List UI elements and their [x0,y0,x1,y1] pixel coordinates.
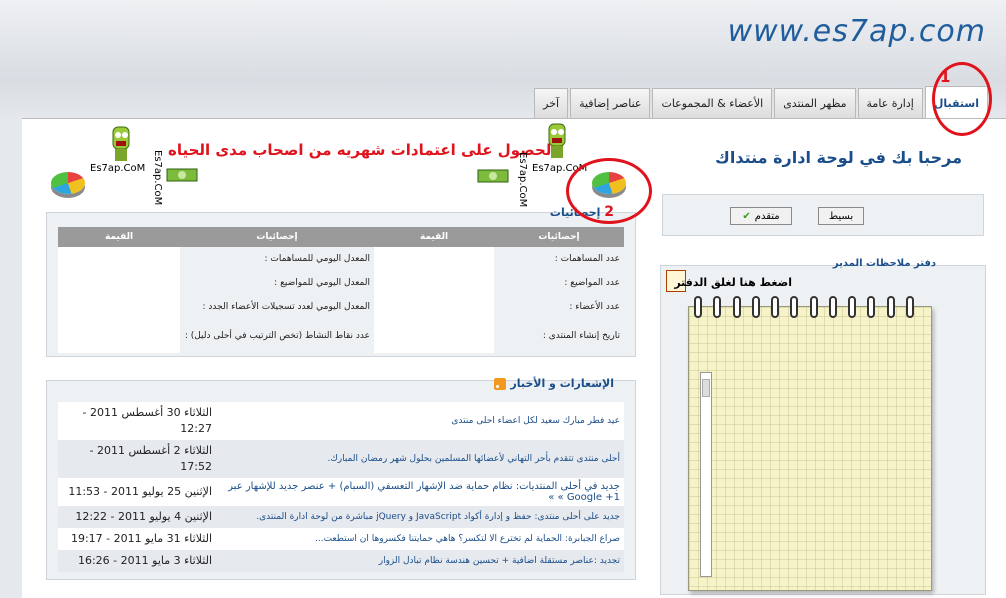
news-row: الثلاثاء 3 مايو 2011 - 16:26 تجديد :عناص… [58,550,624,572]
stats-label: عدد المساهمات : [494,247,624,271]
ring-icon [732,296,741,318]
ring-icon [867,296,876,318]
ring-icon [886,296,895,318]
stats-header: القيمة [58,227,180,247]
stats-value [58,295,180,319]
stats-label: عدد الأعضاء : [494,295,624,319]
table-row: عدد الأعضاء : المعدل اليومي لعدد تسجيلات… [58,295,624,319]
money-icon [166,168,198,182]
news-date: الثلاثاء 2 أغسطس 2011 - 17:52 [58,440,216,478]
stats-label: تاريخ إنشاء المنتدى : [494,319,624,353]
tab-label: مظهر المنتدى [783,97,847,110]
tab-general-admin[interactable]: إدارة عامة [857,88,923,118]
news-date: الإثنين 25 يوليو 2011 - 11:53 [58,478,216,506]
annotation-circle-home-tab [932,62,992,136]
advanced-label: متقدم [754,210,780,222]
brand-text-vertical: Es7ap.CoM [517,152,528,208]
notepad-scrollbar[interactable] [700,372,712,577]
news-row: الثلاثاء 30 أغسطس 2011 - 12:27 عيد فطر م… [58,402,624,440]
tab-extra-modules[interactable]: عناصر إضافية [570,88,651,118]
brand-text-vertical: Es7ap.CoM [152,150,163,206]
mascot-icon [548,123,566,158]
site-url: www.es7ap.com [727,14,986,49]
news-row: الثلاثاء 31 مايو 2011 - 19:17 صراع الجبا… [58,528,624,550]
page-title: مرحبا بك في لوحة ادارة منتداك [715,148,962,167]
check-icon: ✔ [742,210,751,222]
news-row: الإثنين 4 يوليو 2011 - 12:22 جديد على أح… [58,506,624,528]
stats-header: إحصائيات [494,227,624,247]
tab-forum-appearance[interactable]: مظهر المنتدى [774,88,856,118]
news-date: الثلاثاء 3 مايو 2011 - 16:26 [58,550,216,572]
news-link[interactable]: تجديد :عناصر مستقلة اضافية + تحسين هندسة… [216,550,624,572]
promo-text: الحصول على اعتمادات شهريه من اصحاب مدى ا… [168,141,557,159]
news-link[interactable]: جديد على أحلى منتدى: حفظ و إدارة أكواد J… [216,506,624,528]
close-notes-link[interactable]: اضغط هنا لغلق الدفتر [674,276,792,289]
tab-label: عناصر إضافية [579,97,642,110]
tab-other[interactable]: آخر [534,88,569,118]
notepad-textarea[interactable] [688,306,932,591]
admin-notes-title: دفتر ملاحظات المدير [832,258,936,269]
news-link[interactable]: صراع الجبابرة: الحماية لم تخترع الا لتكس… [216,528,624,550]
news-link[interactable]: أحلى منتدى تتقدم بأحر التهاني لأعضائها ا… [216,440,624,478]
news-date: الإثنين 4 يوليو 2011 - 12:22 [58,506,216,528]
news-title-text: الإشعارات و الأخبار [510,377,614,390]
table-row: عدد المساهمات : المعدل اليومي للمساهمات … [58,247,624,271]
stats-value [58,247,180,271]
ring-icon [848,296,857,318]
stats-label: المعدل اليومي للمواضيع : [180,271,374,295]
news-link[interactable]: جديد في أحلى المنتديات: نظام حماية ضد ال… [216,478,624,506]
tab-label: آخر [543,97,560,110]
notepad-rings [694,296,914,326]
ring-icon [771,296,780,318]
statistics-table: إحصائيات القيمة إحصائيات القيمة عدد المس… [58,227,624,353]
tab-label: إدارة عامة [866,97,914,110]
news-table: الثلاثاء 30 أغسطس 2011 - 12:27 عيد فطر م… [58,402,624,572]
ring-icon [790,296,799,318]
rss-icon[interactable] [494,377,507,390]
simple-label: بسيط [828,210,854,222]
main-tabs: استقبال إدارة عامة مظهر المنتدى الأعضاء … [532,86,988,119]
stats-value [374,271,494,295]
mascot-icon [112,126,130,161]
stats-value [374,247,494,271]
stats-value [58,319,180,353]
news-link[interactable]: عيد فطر مبارك سعيد لكل اعضاء احلى منتدى [216,402,624,440]
tab-label: الأعضاء & المجموعات [661,97,764,110]
money-icon [477,169,509,183]
news-date: الثلاثاء 30 أغسطس 2011 - 12:27 [58,402,216,440]
news-date: الثلاثاء 31 مايو 2011 - 19:17 [58,528,216,550]
news-title: الإشعارات و الأخبار [494,377,614,390]
stats-header: إحصائيات [180,227,374,247]
ring-icon [905,296,914,318]
tab-members-groups[interactable]: الأعضاء & المجموعات [652,88,773,118]
stats-label: المعدل اليومي لعدد تسجيلات الأعضاء الجدد… [180,295,374,319]
annotation-circle-statistics [566,158,652,224]
stats-header: القيمة [374,227,494,247]
stats-value [58,271,180,295]
stats-label: عدد نقاط النشاط (تخص الترتيب في أحلى دلي… [180,319,374,353]
stats-label: المعدل اليومي للمساهمات : [180,247,374,271]
simple-mode-button[interactable]: بسيط [818,207,864,225]
scrollbar-thumb[interactable] [702,379,710,397]
ring-icon [713,296,722,318]
ring-icon [828,296,837,318]
stats-value [374,295,494,319]
news-row: الثلاثاء 2 أغسطس 2011 - 17:52 أحلى منتدى… [58,440,624,478]
advanced-mode-button[interactable]: متقدم ✔ [730,207,792,225]
ring-icon [694,296,702,318]
stats-value [374,319,494,353]
stats-label: عدد المواضيع : [494,271,624,295]
brand-text: Es7ap.CoM [90,163,146,174]
table-row: عدد المواضيع : المعدل اليومي للمواضيع : [58,271,624,295]
pie-chart-icon [51,172,85,194]
ring-icon [809,296,818,318]
ring-icon [751,296,760,318]
table-row: تاريخ إنشاء المنتدى : عدد نقاط النشاط (ت… [58,319,624,353]
news-row: الإثنين 25 يوليو 2011 - 11:53 جديد في أح… [58,478,624,506]
